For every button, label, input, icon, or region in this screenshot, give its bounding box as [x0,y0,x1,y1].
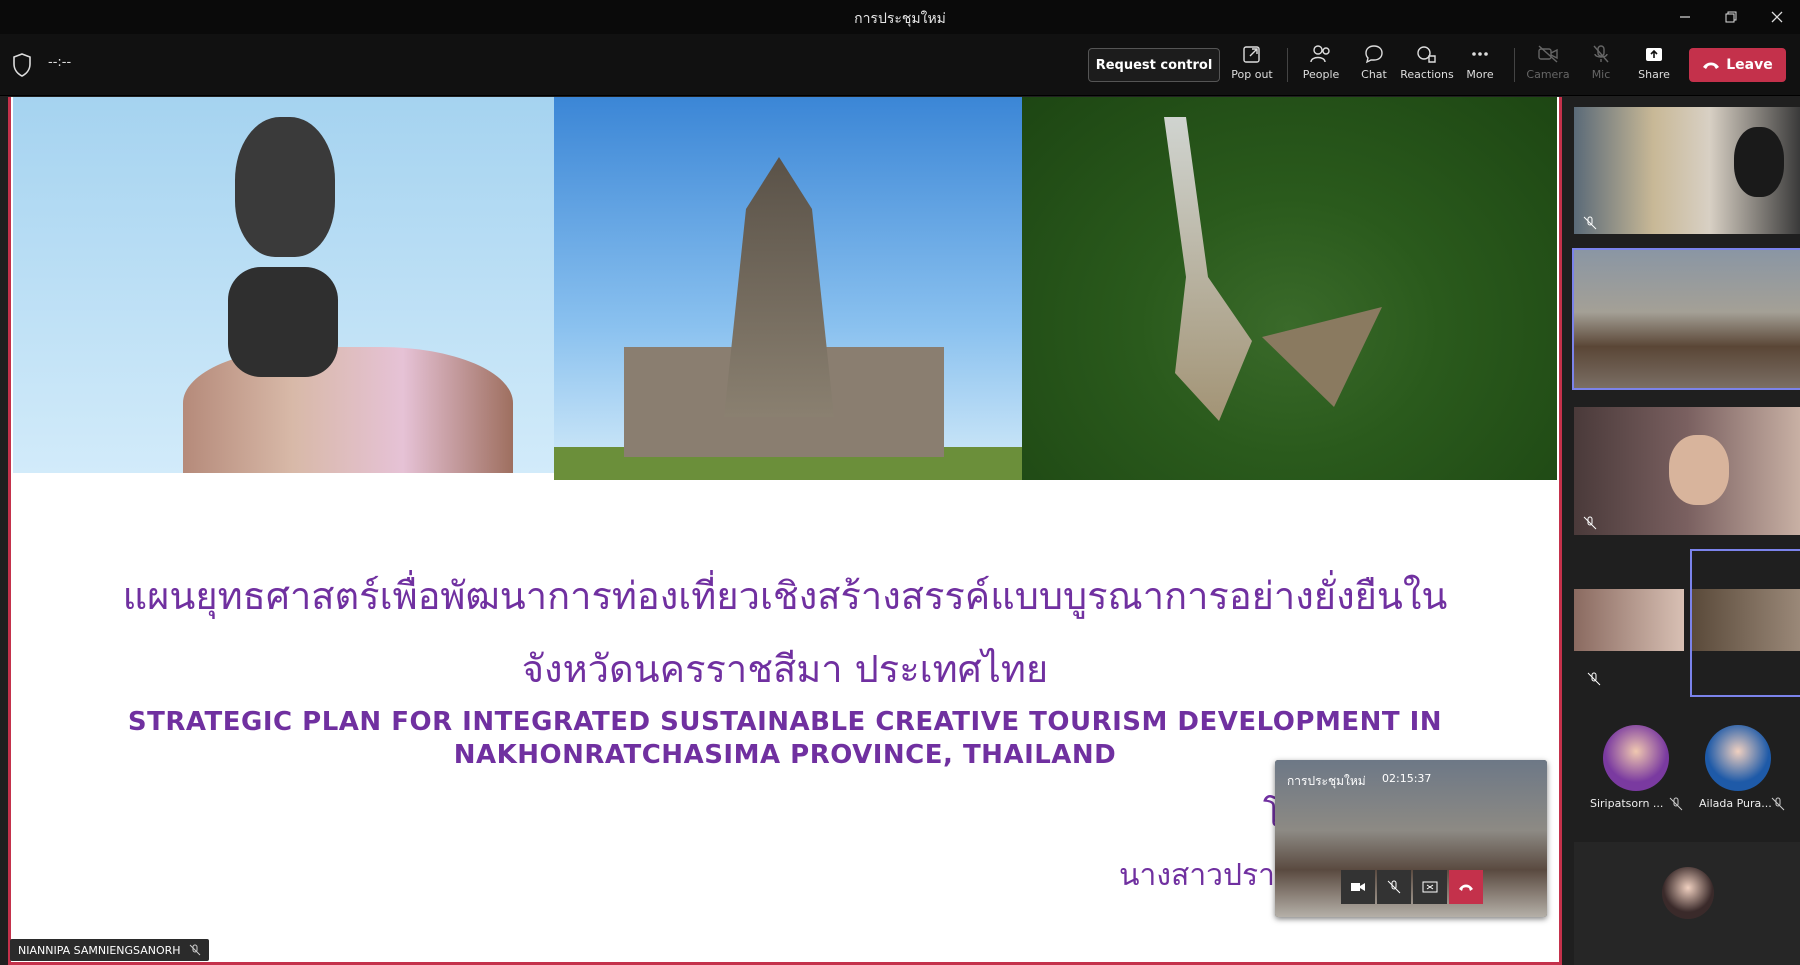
slide-title-english-line1: STRATEGIC PLAN FOR INTEGRATED SUSTAINABL… [127,707,1443,737]
people-icon [1310,45,1330,63]
slide-title-thai-line1: แผนยุทธศาสตร์เพื่อพัฒนาการท่องเที่ยวเชิง… [122,574,1448,618]
participant-avatar[interactable] [1705,725,1771,791]
share-icon [1646,48,1662,61]
chat-icon [1365,45,1383,64]
mic-label: Mic [1591,68,1611,81]
chat-button[interactable]: Chat [1346,44,1402,90]
mic-muted-icon [1771,797,1785,811]
pop-out-label: Pop out [1231,68,1273,81]
mic-off-icon [1593,45,1609,63]
share-button[interactable]: Share [1626,44,1682,90]
mini-camera-button[interactable] [1341,870,1375,904]
mic-muted-icon [1587,672,1601,686]
window-title: การประชุมใหม่ [854,11,946,27]
more-button[interactable]: More [1452,44,1508,90]
participant-tile[interactable] [1574,842,1800,965]
slide-title-thai-line2: จังหวัดนครราชสีมา ประเทศไทย [521,647,1049,691]
temple-image [554,97,1022,480]
restore-button[interactable] [1708,0,1754,34]
more-icon [1472,52,1488,56]
camera-off-icon [1538,45,1558,63]
mic-button[interactable]: Mic [1573,44,1629,90]
meeting-toolbar: --:-- Request control Pop out People Cha… [0,34,1800,96]
hang-up-icon [1459,884,1473,891]
stop-share-icon [1422,881,1438,893]
participant-video-tile-active[interactable] [1690,549,1800,697]
participant-video-tile[interactable] [1574,407,1800,535]
slide-author-partial: นางสาวปรา [1119,858,1276,893]
mini-share-button[interactable] [1413,870,1447,904]
chat-label: Chat [1361,68,1387,81]
shield-icon [13,53,31,77]
request-control-button[interactable]: Request control [1088,48,1220,82]
close-window-button[interactable] [1754,0,1800,34]
mic-muted-icon [1669,797,1683,811]
participant-avatar[interactable] [1603,725,1669,791]
close-icon [1771,11,1783,23]
mic-muted-icon [1583,216,1597,230]
people-label: People [1302,68,1340,81]
participant-video-tile-active[interactable] [1572,248,1800,390]
title-bar: การประชุมใหม่ [0,0,1800,34]
camera-button[interactable]: Camera [1520,44,1576,90]
minimize-icon [1680,16,1690,18]
participant-name: Ailada Pura... [1699,797,1772,810]
reactions-label: Reactions [1400,68,1454,81]
mini-hang-up-button[interactable] [1449,870,1483,904]
participant-avatar[interactable] [1662,867,1714,919]
mic-muted-icon [189,944,200,956]
hang-up-icon [1703,62,1720,69]
mic-off-icon [1387,880,1401,894]
pop-out-icon [1243,46,1260,63]
waterfall-image [1022,97,1557,480]
presenter-name-tag: NIANNIPA SAMNIENGSANORH [10,939,209,961]
restore-icon [1725,11,1737,23]
camera-label: Camera [1526,68,1570,81]
people-button[interactable]: People [1293,44,1349,90]
mini-window-time: 02:15:37 [1382,772,1432,785]
reactions-icon [1417,46,1436,63]
reactions-button[interactable]: Reactions [1399,44,1455,90]
more-label: More [1466,68,1494,81]
participant-video-tile[interactable] [1574,107,1800,234]
statue-image [13,97,554,473]
mic-muted-icon [1583,516,1597,530]
presenter-name: NIANNIPA SAMNIENGSANORH [18,943,181,957]
minimize-button[interactable] [1662,0,1708,34]
pop-out-button[interactable]: Pop out [1224,44,1280,90]
mini-mic-button[interactable] [1377,870,1411,904]
participant-video-tile[interactable] [1574,551,1684,695]
camera-icon [1351,883,1365,891]
meeting-timer: --:-- [48,55,72,70]
leave-button[interactable]: Leave [1689,48,1786,82]
leave-label: Leave [1726,57,1773,73]
participant-name: Siripatsorn ... [1590,797,1664,810]
mini-meeting-window[interactable]: การประชุมใหม่ 02:15:37 [1275,760,1547,917]
mini-window-title: การประชุมใหม่ [1287,774,1366,788]
share-label: Share [1638,68,1670,81]
participants-gallery: Siripatsorn ... Ailada Pura... [1571,97,1800,965]
